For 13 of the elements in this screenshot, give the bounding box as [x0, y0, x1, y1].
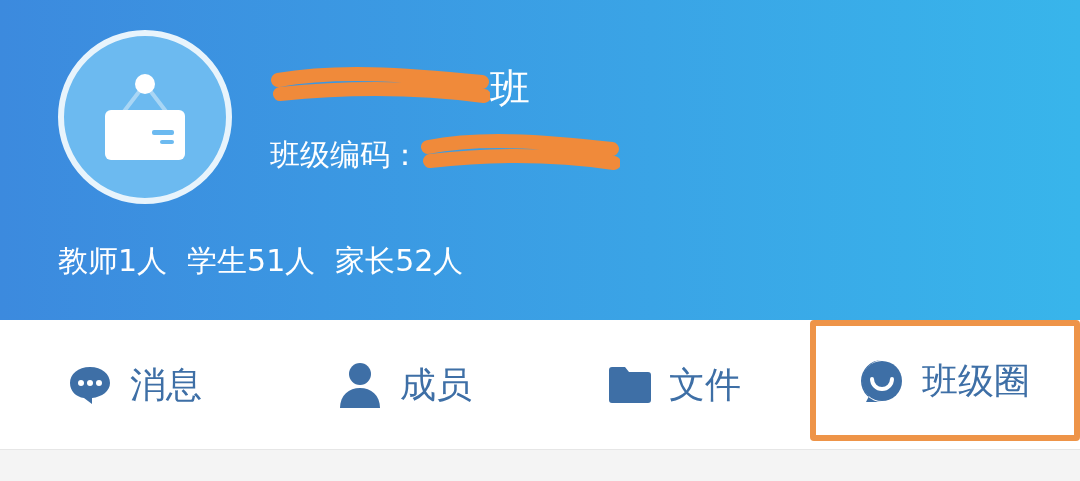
member-count: 家长52人: [335, 242, 464, 280]
member-count: 学生51人: [187, 242, 316, 280]
tab-button[interactable]: 文件: [540, 320, 810, 449]
smile-bubble-icon: [860, 358, 904, 403]
tab-button[interactable]: 班级圈: [810, 320, 1080, 441]
class-code-label: 班级编码：: [270, 136, 420, 174]
member-count: 教师1人: [58, 242, 168, 280]
tab-button[interactable]: 成员: [270, 320, 540, 449]
chat-bubble-icon: [68, 364, 112, 405]
class-title: 班: [490, 68, 530, 108]
person-icon: [338, 361, 382, 408]
tab-button[interactable]: 消息: [0, 320, 270, 449]
folder-icon: [609, 366, 651, 403]
